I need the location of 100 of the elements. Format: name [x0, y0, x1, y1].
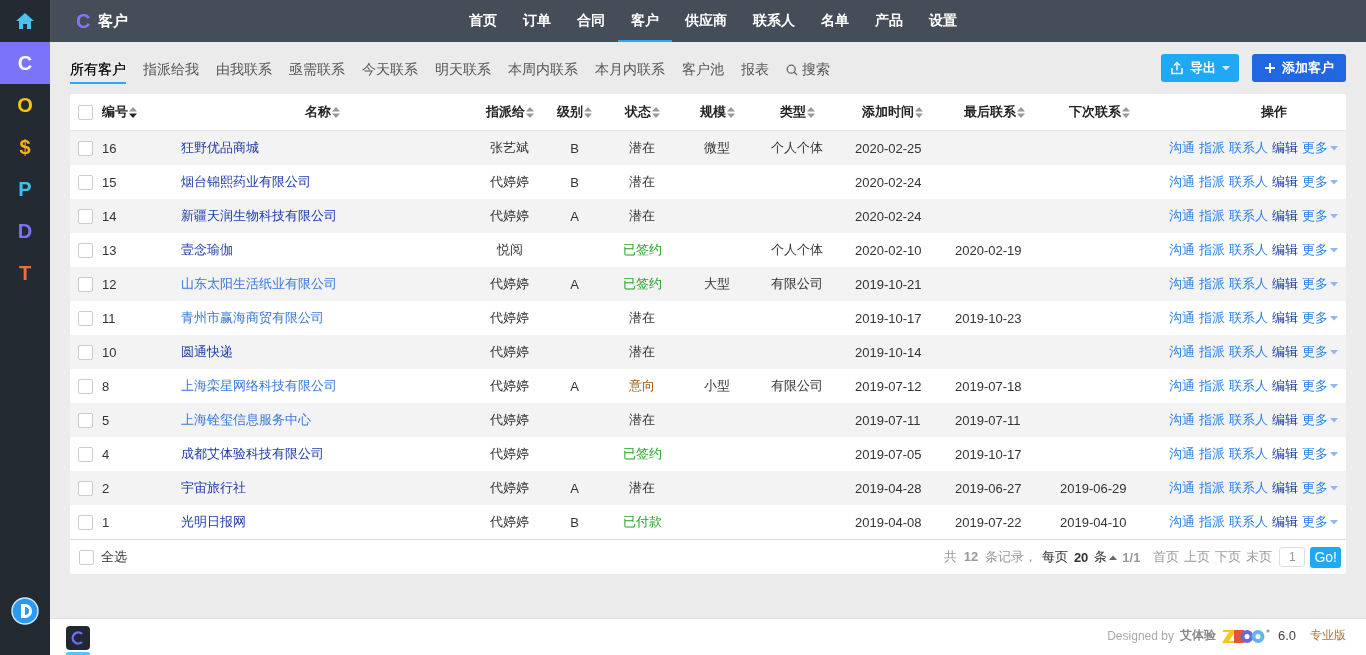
action-link[interactable]: 编辑 [1272, 343, 1298, 361]
app-switcher-item[interactable]: O [0, 84, 50, 126]
add-customer-button[interactable]: 添加客户 [1252, 54, 1346, 82]
action-link[interactable]: 指派 [1199, 377, 1225, 395]
action-link[interactable]: 编辑 [1272, 445, 1298, 463]
action-link[interactable]: 沟通 [1169, 173, 1195, 191]
row-checkbox[interactable] [77, 209, 93, 225]
action-link[interactable]: 指派 [1199, 275, 1225, 293]
customer-link[interactable]: 上海铨玺信息服务中心 [181, 412, 311, 427]
action-link[interactable]: 编辑 [1272, 309, 1298, 327]
customer-link[interactable]: 光明日报网 [181, 514, 246, 529]
filter-tab[interactable]: 今天联系 [362, 58, 418, 84]
action-link[interactable]: 更多 [1302, 207, 1338, 225]
select-all-checkbox[interactable] [79, 549, 94, 565]
action-link[interactable]: 沟通 [1169, 377, 1195, 395]
action-link[interactable]: 更多 [1302, 343, 1338, 361]
nav-tab[interactable]: 订单 [510, 0, 564, 42]
action-link[interactable]: 指派 [1199, 139, 1225, 157]
nav-tab[interactable]: 名单 [808, 0, 862, 42]
export-button[interactable]: 导出 [1161, 54, 1239, 82]
action-link[interactable]: 联系人 [1229, 309, 1268, 327]
column-header[interactable]: 下次联系 [1069, 103, 1121, 121]
nav-tab[interactable]: 合同 [564, 0, 618, 42]
filter-tab[interactable]: 客户池 [682, 58, 724, 84]
customer-link[interactable]: 圆通快递 [181, 344, 233, 359]
app-switcher-item[interactable]: C [0, 42, 50, 84]
nav-tab[interactable]: 首页 [456, 0, 510, 42]
action-link[interactable]: 联系人 [1229, 479, 1268, 497]
filter-tab[interactable]: 明天联系 [435, 58, 491, 84]
action-link[interactable]: 更多 [1302, 139, 1338, 157]
action-link[interactable]: 编辑 [1272, 207, 1298, 225]
action-link[interactable]: 更多 [1302, 445, 1338, 463]
row-checkbox[interactable] [77, 311, 93, 327]
row-checkbox[interactable] [77, 345, 93, 361]
action-link[interactable]: 指派 [1199, 173, 1225, 191]
action-link[interactable]: 联系人 [1229, 275, 1268, 293]
column-header[interactable]: 级别 [557, 103, 583, 121]
app-switcher-item[interactable]: P [0, 168, 50, 210]
customer-link[interactable]: 宇宙旅行社 [181, 480, 246, 495]
edition-link[interactable]: 专业版 [1310, 627, 1346, 644]
action-link[interactable]: 指派 [1199, 343, 1225, 361]
customer-link[interactable]: 狂野优品商城 [181, 140, 259, 155]
column-header[interactable]: 名称 [304, 103, 331, 121]
nav-tab[interactable]: 联系人 [740, 0, 808, 42]
action-link[interactable]: 指派 [1199, 445, 1225, 463]
app-switcher-item[interactable]: T [0, 252, 50, 294]
filter-tab[interactable]: 指派给我 [143, 58, 199, 84]
action-link[interactable]: 沟通 [1169, 445, 1195, 463]
action-link[interactable]: 指派 [1199, 479, 1225, 497]
action-link[interactable]: 更多 [1302, 513, 1338, 531]
action-link[interactable]: 指派 [1199, 513, 1225, 531]
filter-tab[interactable]: 亟需联系 [289, 58, 345, 84]
action-link[interactable]: 更多 [1302, 411, 1338, 429]
page-size-dropdown[interactable]: 每页 20 条 [1041, 548, 1118, 566]
row-checkbox[interactable] [77, 175, 93, 191]
page-input[interactable]: 1 [1279, 547, 1306, 567]
action-link[interactable]: 沟通 [1169, 309, 1195, 327]
action-link[interactable]: 沟通 [1169, 207, 1195, 225]
row-checkbox[interactable] [77, 243, 93, 259]
column-header[interactable]: 最后联系 [964, 103, 1016, 121]
action-link[interactable]: 指派 [1199, 309, 1225, 327]
app-switcher-item[interactable]: D [0, 210, 50, 252]
customer-link[interactable]: 壹念瑜伽 [181, 242, 233, 257]
action-link[interactable]: 更多 [1302, 275, 1338, 293]
action-link[interactable]: 联系人 [1229, 241, 1268, 259]
action-link[interactable]: 指派 [1199, 241, 1225, 259]
row-checkbox[interactable] [77, 481, 93, 497]
action-link[interactable]: 更多 [1302, 479, 1338, 497]
column-header[interactable]: 编号 [102, 103, 128, 121]
action-link[interactable]: 指派 [1199, 411, 1225, 429]
action-link[interactable]: 沟通 [1169, 241, 1195, 259]
action-link[interactable]: 沟通 [1169, 275, 1195, 293]
column-header[interactable]: 指派给 [485, 103, 525, 121]
customer-link[interactable]: 烟台锦熙药业有限公司 [181, 174, 311, 189]
action-link[interactable]: 联系人 [1229, 343, 1268, 361]
row-checkbox[interactable] [77, 515, 93, 531]
nav-tab[interactable]: 产品 [862, 0, 916, 42]
row-checkbox[interactable] [77, 413, 93, 429]
action-link[interactable]: 指派 [1199, 207, 1225, 225]
filter-tab[interactable]: 报表 [741, 58, 769, 84]
app-switcher-item[interactable]: $ [0, 126, 50, 168]
action-link[interactable]: 编辑 [1272, 241, 1298, 259]
action-link[interactable]: 编辑 [1272, 479, 1298, 497]
customer-link[interactable]: 上海栾星网络科技有限公司 [181, 378, 337, 393]
action-link[interactable]: 编辑 [1272, 411, 1298, 429]
filter-tab[interactable]: 由我联系 [216, 58, 272, 84]
nav-tab[interactable]: 供应商 [672, 0, 740, 42]
column-header[interactable]: 规模 [699, 103, 726, 121]
action-link[interactable]: 联系人 [1229, 173, 1268, 191]
column-header[interactable]: 状态 [624, 103, 651, 121]
row-checkbox[interactable] [77, 447, 93, 463]
nav-tab[interactable]: 设置 [916, 0, 970, 42]
action-link[interactable]: 沟通 [1169, 343, 1195, 361]
action-link[interactable]: 沟通 [1169, 513, 1195, 531]
filter-tab[interactable]: 所有客户 [70, 58, 126, 84]
checkbox[interactable] [77, 105, 93, 121]
search-link[interactable]: 搜索 [786, 58, 830, 84]
action-link[interactable]: 联系人 [1229, 207, 1268, 225]
action-link[interactable]: 编辑 [1272, 173, 1298, 191]
action-link[interactable]: 沟通 [1169, 411, 1195, 429]
